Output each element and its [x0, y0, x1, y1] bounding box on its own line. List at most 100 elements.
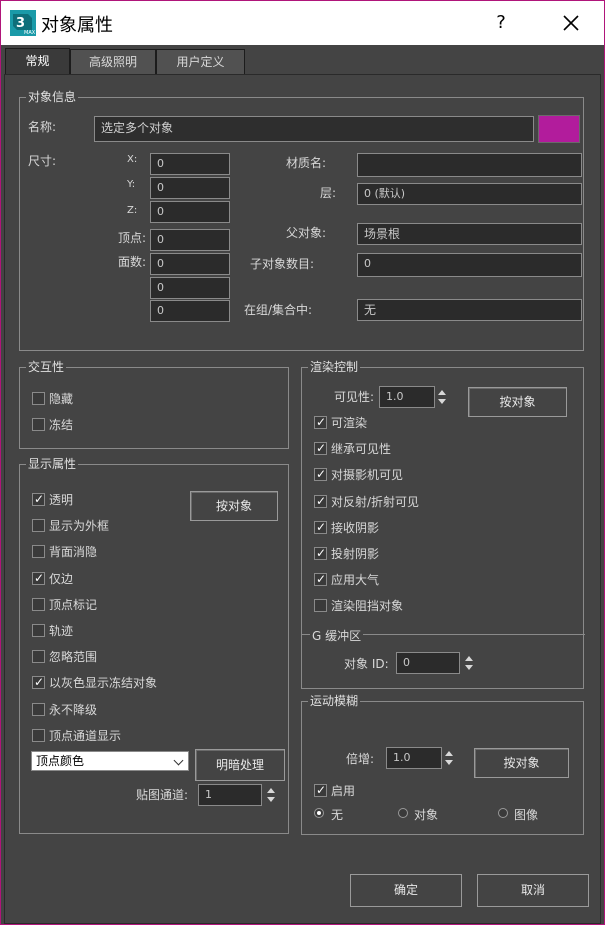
object-properties-dialog: 3 MAX 对象属性 ? 常规 高级照明 用户定义 对象信息 名称: 选定多个对…: [0, 0, 605, 925]
object-id-label: 对象 ID:: [344, 657, 389, 671]
layer-label: 层:: [320, 186, 337, 200]
display-option-label: 忽略范围: [49, 650, 98, 665]
render-option-checkbox[interactable]: ✓: [314, 572, 327, 587]
visibility-field[interactable]: 1.0: [379, 386, 435, 408]
parent-label: 父对象:: [286, 226, 327, 240]
display-properties-title: 显示属性: [26, 456, 79, 472]
tab-general[interactable]: 常规: [5, 48, 70, 76]
render-option-checkbox[interactable]: ✓: [314, 441, 327, 456]
checkmark-icon: ✓: [34, 675, 45, 690]
motion-blur-by-object-button[interactable]: 按对象: [474, 748, 569, 778]
display-option-checkbox[interactable]: [32, 519, 45, 533]
checkmark-icon: ✓: [316, 467, 327, 482]
radio-object[interactable]: [398, 808, 408, 818]
ok-button[interactable]: 确定: [350, 874, 462, 907]
tab-user-defined[interactable]: 用户定义: [156, 49, 245, 75]
checkmark-icon: ✓: [316, 546, 327, 560]
render-by-object-button[interactable]: 按对象: [468, 387, 567, 417]
children-count-field: 0: [357, 253, 582, 277]
parent-field: 场景根: [357, 223, 582, 245]
render-option-label: 对反射/折射可见: [331, 494, 420, 509]
render-control-group: 渲染控制 可见性: 1.0 按对象 ✓ 可渲染 ✓ 继承可见性 ✓ 对摄影机可见 ✓ 对反射/…: [301, 359, 585, 689]
multiplier-spinner[interactable]: [443, 747, 455, 769]
help-button[interactable]: ?: [489, 9, 513, 37]
material-label: 材质名:: [286, 156, 327, 170]
checkmark-icon: ✓: [316, 572, 327, 587]
enabled-checkbox[interactable]: ✓: [314, 783, 327, 797]
multiplier-label: 倍增:: [346, 752, 375, 766]
dimensions-label: 尺寸:: [28, 154, 57, 168]
radio-none[interactable]: [314, 808, 324, 818]
vertex-color-select-value: 顶点颜色: [36, 754, 85, 768]
display-option-checkbox[interactable]: [32, 702, 45, 716]
render-option-checkbox[interactable]: ✓: [314, 546, 327, 560]
shaded-button[interactable]: 明暗处理: [195, 749, 285, 781]
object-id-spinner[interactable]: [463, 652, 475, 674]
in-group-label: 在组/集合中:: [244, 303, 313, 317]
display-option-checkbox[interactable]: [32, 650, 45, 664]
render-option-label: 可渲染: [331, 416, 368, 430]
object-info-title: 对象信息: [26, 89, 79, 105]
render-option-checkbox[interactable]: ✓: [314, 520, 327, 534]
display-option-checkbox[interactable]: [32, 624, 45, 637]
freeze-checkbox[interactable]: [32, 418, 45, 431]
display-by-object-button[interactable]: 按对象: [190, 491, 278, 521]
gbuffer-title: G 缓冲区: [310, 627, 364, 644]
radio-image[interactable]: [498, 808, 508, 818]
visibility-spinner[interactable]: [436, 386, 448, 408]
display-option-label: 轨迹: [49, 624, 74, 638]
map-channel-label: 贴图通道:: [136, 788, 189, 802]
y-field: 0: [150, 177, 230, 199]
window-title: 对象属性: [41, 15, 113, 36]
extra-field-1: 0: [150, 277, 230, 299]
render-control-title: 渲染控制: [308, 359, 361, 375]
x-field: 0: [150, 153, 230, 175]
name-field[interactable]: 选定多个对象: [94, 116, 534, 142]
general-panel: 对象信息 名称: 选定多个对象 尺寸: X: 0 Y: 0 Z: 0 顶点: 0…: [4, 74, 601, 924]
render-option-checkbox[interactable]: ✓: [314, 493, 327, 508]
render-option-checkbox[interactable]: [314, 599, 327, 613]
freeze-label: 冻结: [49, 418, 74, 432]
z-field: 0: [150, 201, 230, 223]
hide-checkbox[interactable]: [32, 392, 45, 405]
faces-field: 0: [150, 253, 230, 275]
checkmark-icon: ✓: [316, 493, 327, 508]
x-label: X:: [127, 154, 138, 165]
map-channel-spinner[interactable]: [265, 784, 277, 806]
display-option-checkbox[interactable]: [32, 597, 45, 611]
interactivity-title: 交互性: [26, 359, 67, 375]
in-group-field: 无: [357, 299, 582, 321]
vertex-color-select[interactable]: 顶点颜色: [31, 751, 189, 771]
display-option-label: 以灰色显示冻结对象: [49, 676, 158, 691]
display-option-label: 背面消隐: [49, 545, 98, 560]
display-option-checkbox[interactable]: ✓: [32, 492, 45, 506]
display-option-checkbox[interactable]: [32, 728, 45, 742]
motion-blur-title: 运动模糊: [308, 693, 361, 709]
3dsmax-app-icon: 3 MAX: [10, 10, 36, 36]
display-option-label: 显示为外框: [49, 519, 110, 534]
display-option-label: 透明: [49, 493, 74, 507]
render-option-label: 继承可见性: [331, 442, 392, 457]
checkmark-icon: ✓: [34, 570, 45, 585]
map-channel-field[interactable]: 1: [198, 784, 262, 806]
visibility-label: 可见性:: [334, 390, 375, 404]
display-option-checkbox[interactable]: [32, 545, 45, 559]
render-option-checkbox[interactable]: ✓: [314, 415, 327, 429]
object-info-group: 对象信息 名称: 选定多个对象 尺寸: X: 0 Y: 0 Z: 0 顶点: 0…: [19, 89, 584, 351]
display-option-checkbox[interactable]: ✓: [32, 675, 45, 690]
render-option-label: 投射阴影: [331, 547, 380, 561]
cancel-button[interactable]: 取消: [477, 874, 589, 907]
close-icon[interactable]: [557, 9, 585, 37]
object-color-swatch[interactable]: [538, 115, 580, 143]
children-count-label: 子对象数目:: [250, 257, 315, 271]
radio-none-label: 无: [331, 808, 344, 822]
name-label: 名称:: [28, 120, 57, 134]
tab-advanced-lighting[interactable]: 高级照明: [70, 49, 156, 75]
render-option-label: 渲染阻挡对象: [331, 599, 404, 614]
object-id-field[interactable]: 0: [396, 652, 460, 674]
render-option-checkbox[interactable]: ✓: [314, 467, 327, 482]
multiplier-field[interactable]: 1.0: [386, 747, 442, 769]
render-option-label: 应用大气: [331, 573, 380, 588]
display-option-checkbox[interactable]: ✓: [32, 570, 45, 585]
z-label: Z:: [127, 205, 138, 216]
